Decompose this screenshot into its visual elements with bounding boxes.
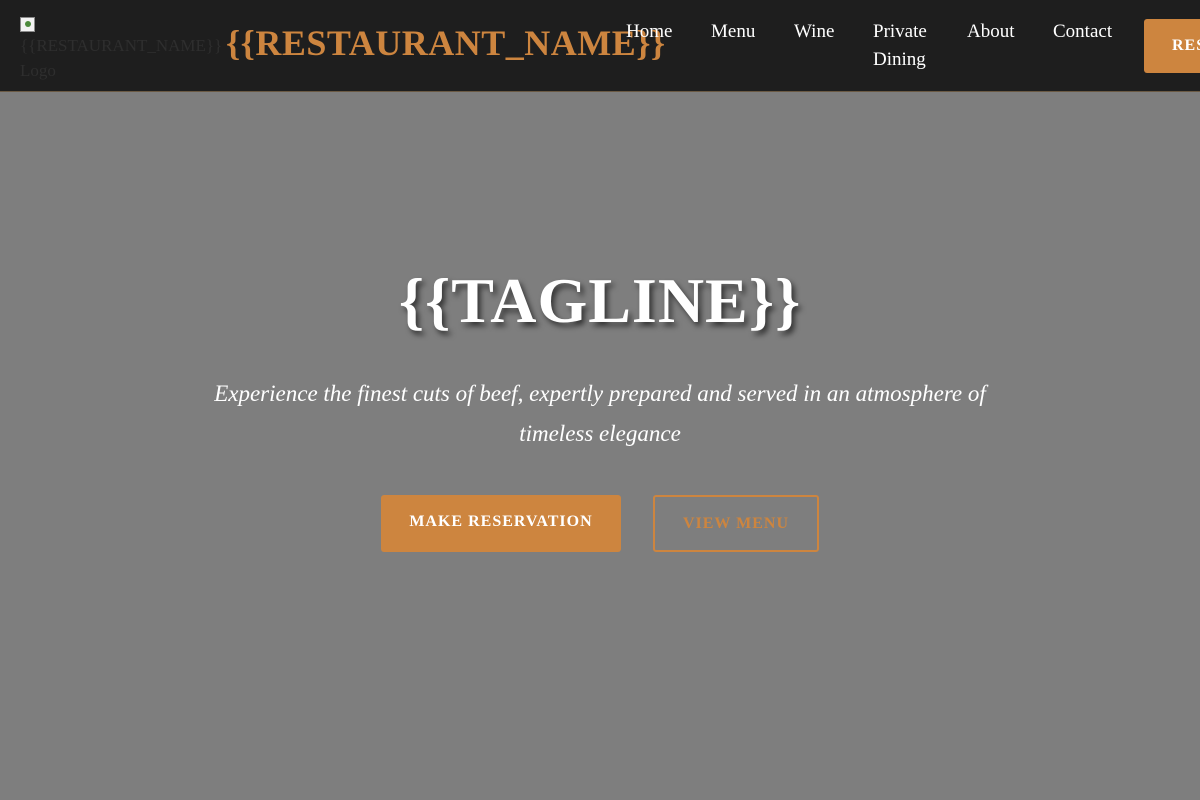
nav-menu[interactable]: Menu — [711, 18, 755, 46]
nav-wine[interactable]: Wine — [794, 18, 834, 46]
reserve-button[interactable]: RESERVE — [1144, 19, 1200, 73]
hero-section: {{TAGLINE}} Experience the finest cuts o… — [0, 93, 1200, 800]
nav-home[interactable]: Home — [626, 18, 672, 46]
nav-private-dining[interactable]: Private Dining — [873, 18, 943, 74]
nav-about[interactable]: About — [967, 18, 1015, 46]
nav-contact[interactable]: Contact — [1053, 18, 1112, 46]
view-menu-button[interactable]: VIEW MENU — [653, 495, 819, 552]
hero-subtitle: Experience the finest cuts of beef, expe… — [214, 381, 986, 446]
main-nav: Home Menu Wine Private Dining About Cont… — [0, 18, 1200, 78]
make-reservation-button[interactable]: MAKE RESERVATION — [381, 495, 621, 552]
site-header: {{RESTAURANT_NAME}} Logo {{RESTAURANT_NA… — [0, 0, 1200, 92]
hero-tagline: {{TAGLINE}} — [398, 265, 802, 336]
